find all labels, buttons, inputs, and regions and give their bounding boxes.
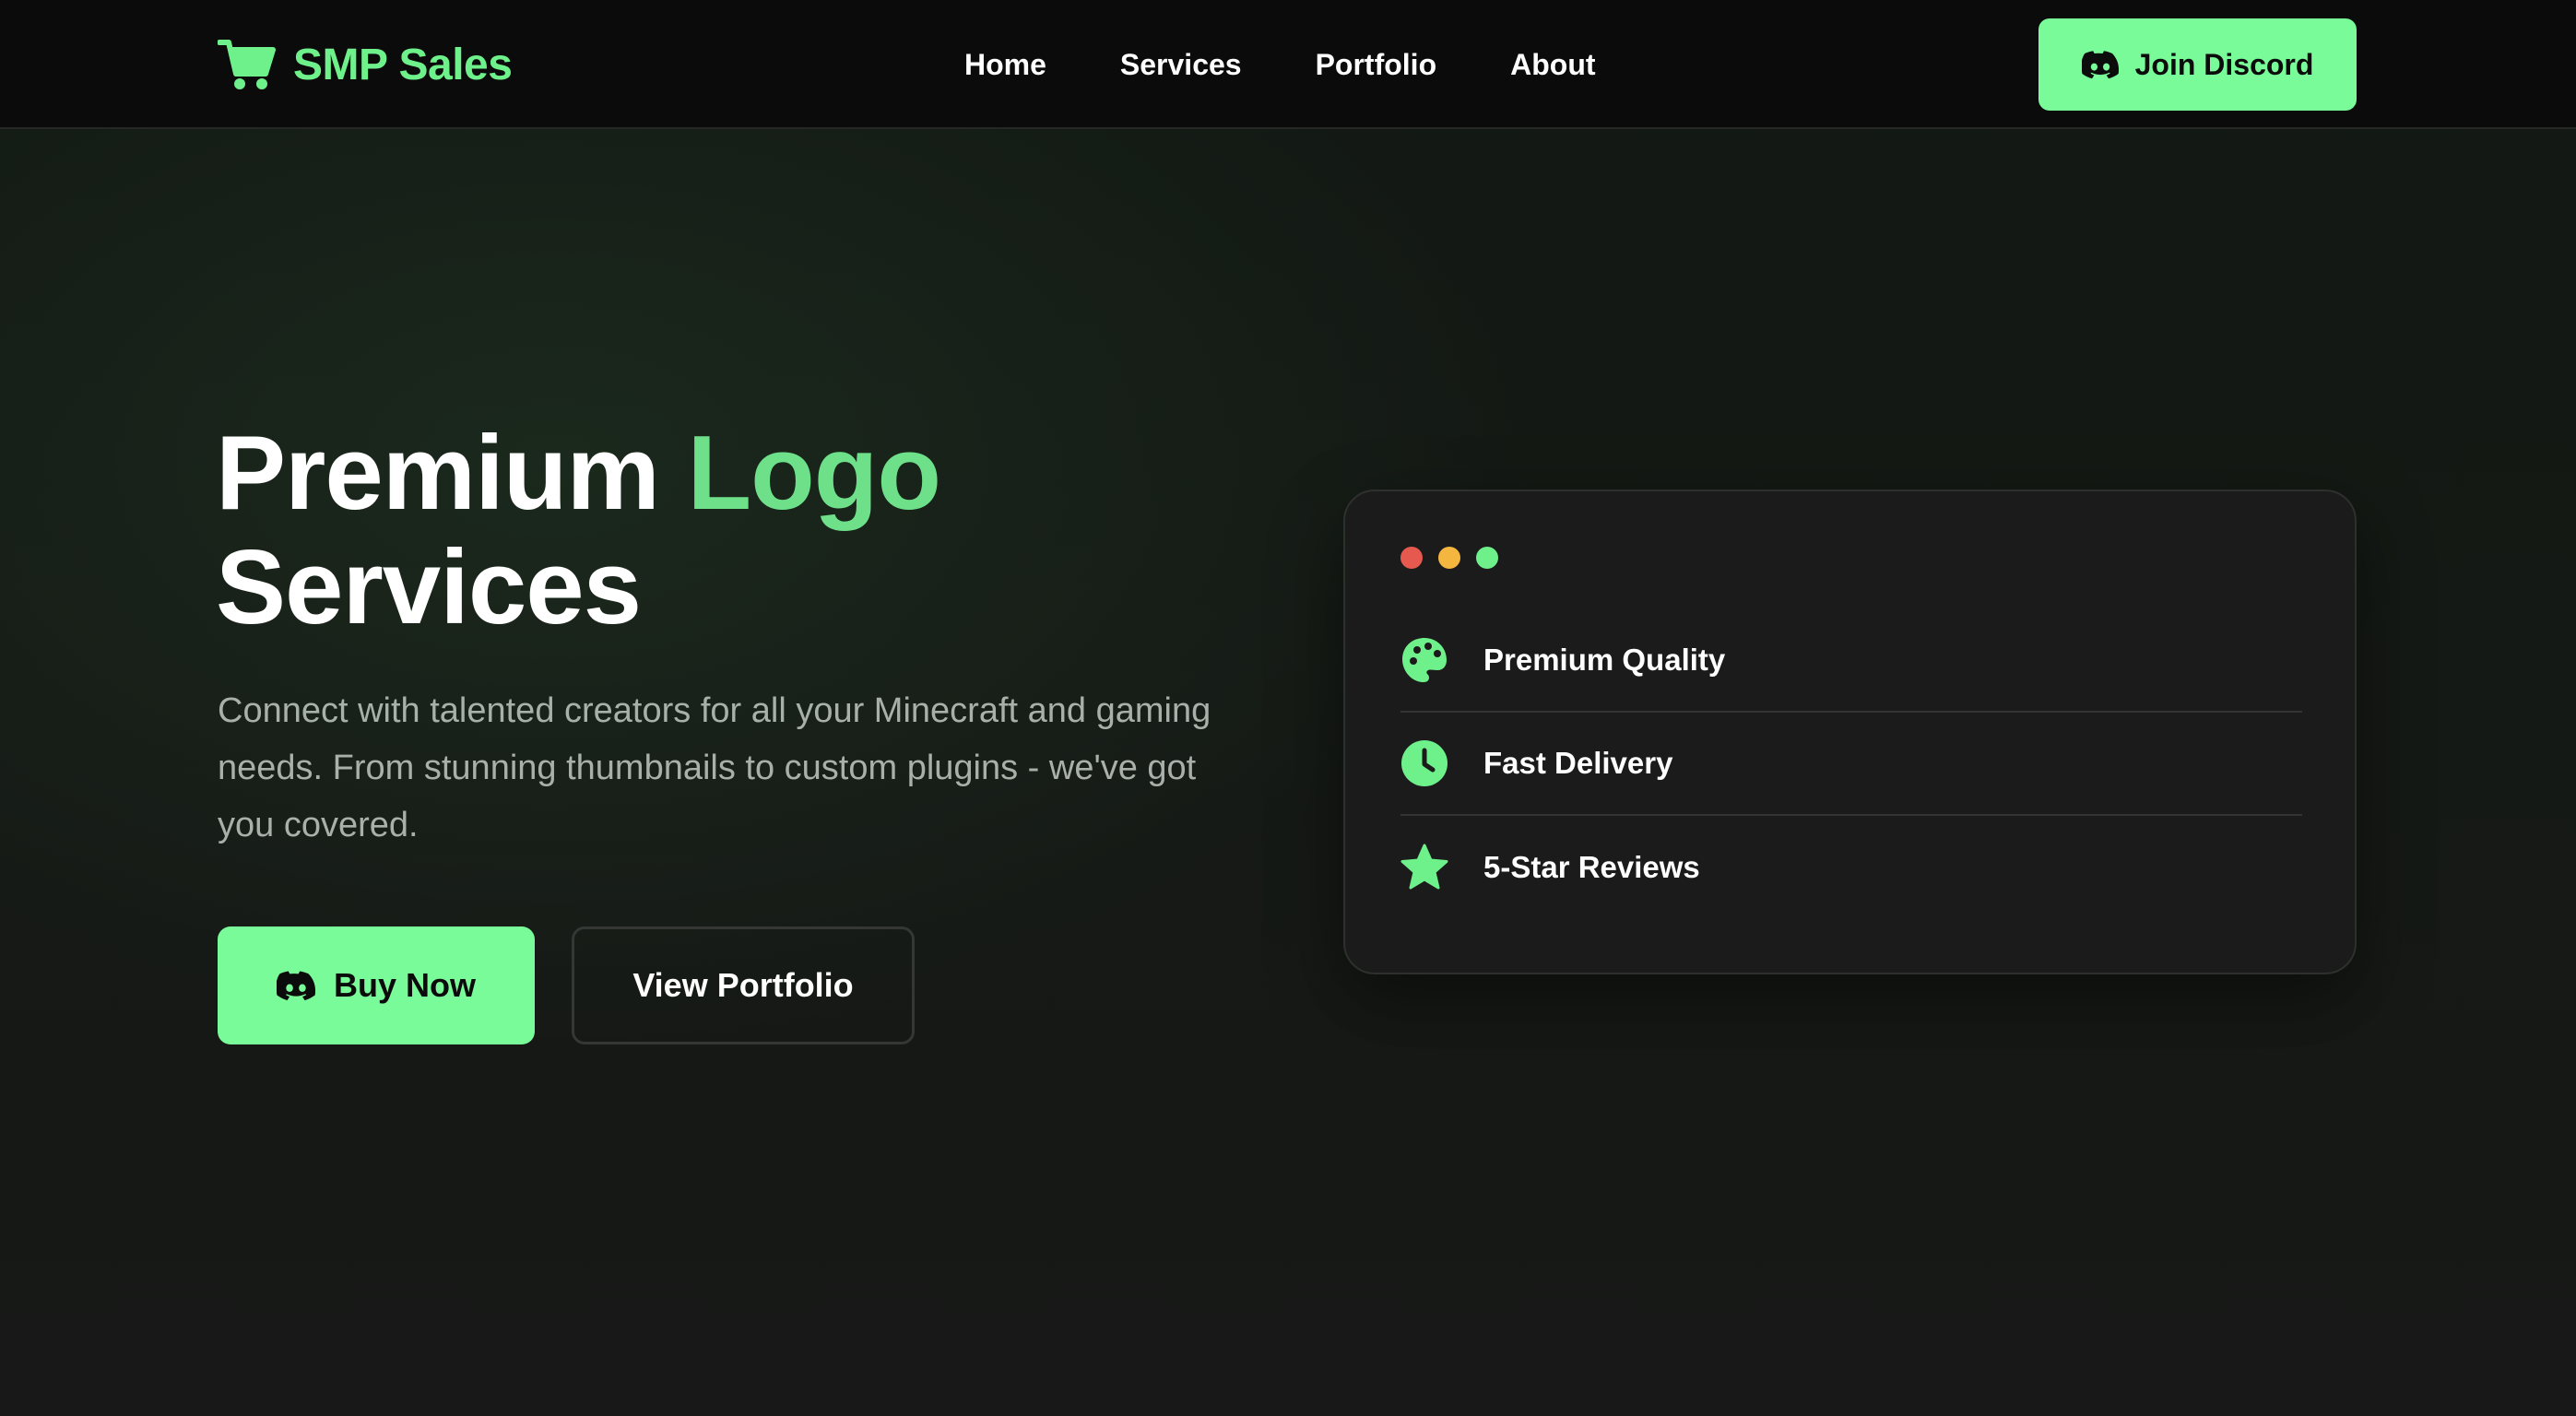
window-dot-yellow (1438, 547, 1460, 569)
join-discord-label: Join Discord (2134, 47, 2314, 81)
feature-item-premium-quality: Premium Quality (1400, 609, 2302, 713)
palette-icon (1402, 638, 1447, 682)
brand-logo-link[interactable]: SMP Sales (218, 35, 513, 94)
navbar: SMP Sales Home Services Portfolio About … (0, 0, 2576, 129)
shopping-cart-icon (218, 40, 276, 89)
view-portfolio-button[interactable]: View Portfolio (572, 926, 915, 1044)
star-icon (1400, 844, 1448, 890)
brand-name: SMP Sales (293, 40, 513, 89)
feature-item-5-star-reviews: 5-Star Reviews (1400, 816, 2302, 919)
nav-link-home[interactable]: Home (964, 48, 1046, 82)
hero-title-part2: Services (216, 529, 642, 646)
nav-link-portfolio[interactable]: Portfolio (1316, 48, 1437, 82)
hero-title-accent: Logo (687, 415, 942, 532)
nav-links: Home Services Portfolio About (964, 41, 1596, 88)
hero-description: Connect with talented creators for all y… (218, 691, 1211, 844)
nav-link-about[interactable]: About (1510, 48, 1595, 82)
join-discord-button[interactable]: Join Discord (2038, 18, 2357, 111)
hero-title: Premium Logo Services (216, 417, 1322, 645)
hero-title-part1: Premium (216, 415, 688, 532)
nav-link-services[interactable]: Services (1120, 48, 1242, 82)
clock-icon (1401, 740, 1448, 786)
window-dot-green (1476, 547, 1498, 569)
discord-icon (276, 971, 315, 1001)
feature-label: Fast Delivery (1483, 746, 1673, 780)
buy-now-button[interactable]: Buy Now (218, 926, 535, 1044)
feature-item-fast-delivery: Fast Delivery (1400, 713, 2302, 816)
window-dot-red (1400, 547, 1423, 569)
buy-now-label: Buy Now (333, 966, 476, 1004)
page: SMP Sales Home Services Portfolio About … (0, 0, 2576, 1416)
discord-icon (2081, 51, 2119, 79)
feature-label: 5-Star Reviews (1483, 850, 1700, 884)
feature-list: Premium Quality Fast Delivery 5-Star Rev… (1400, 609, 2302, 919)
window-dots (1400, 547, 1498, 569)
feature-card: Premium Quality Fast Delivery 5-Star Rev… (1343, 490, 2357, 974)
feature-label: Premium Quality (1483, 643, 1726, 677)
view-portfolio-label: View Portfolio (632, 966, 854, 1004)
